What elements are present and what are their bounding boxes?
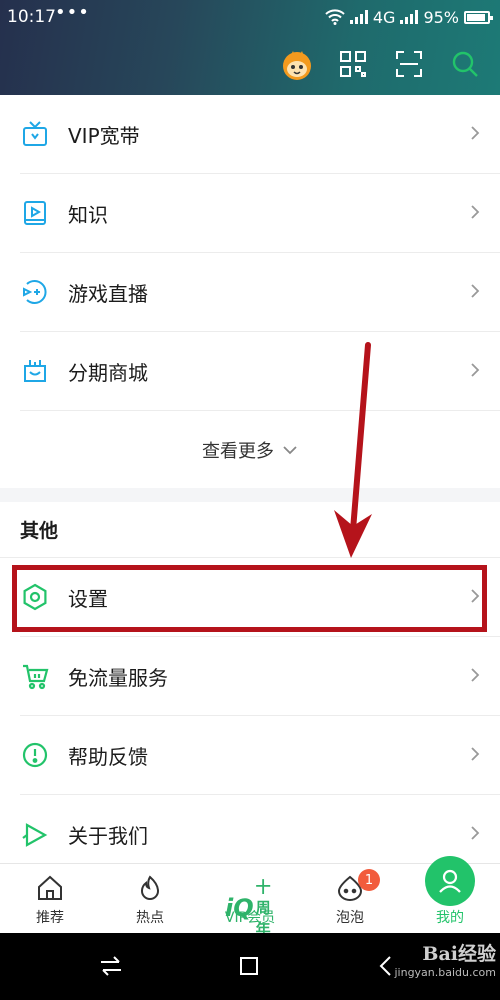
status-time: 10:17 xyxy=(7,7,56,27)
app-header: 10:17 ••• 4G 95% xyxy=(0,0,500,95)
menu-item-knowledge[interactable]: 知识 xyxy=(20,174,500,253)
menu-item-free-data[interactable]: 免流量服务 xyxy=(20,637,500,716)
menu-item-label: VIP宽带 xyxy=(68,123,140,148)
highlight-box xyxy=(12,565,487,632)
nav-label: 泡泡 xyxy=(336,910,364,926)
status-bar: 10:17 ••• 4G 95% xyxy=(0,0,500,36)
chevron-right-icon xyxy=(471,363,480,377)
flame-icon xyxy=(140,875,160,900)
header-actions xyxy=(280,46,482,82)
signal-icon-2 xyxy=(400,10,419,24)
menu-item-label: 帮助反馈 xyxy=(68,744,148,769)
see-more-label: 查看更多 xyxy=(202,441,274,462)
chevron-right-icon xyxy=(471,126,480,140)
menu-item-installment-mall[interactable]: 分期商城 xyxy=(20,332,500,411)
nav-mine[interactable]: 我的 xyxy=(400,856,500,933)
menu-item-help-feedback[interactable]: 帮助反馈 xyxy=(20,716,500,795)
nav-hot[interactable]: 热点 xyxy=(100,864,200,933)
battery-percent: 95% xyxy=(423,7,459,27)
menu-list: VIP宽带 知识 游戏直播 分期商城 xyxy=(0,95,500,411)
nav-label: 推荐 xyxy=(36,910,64,926)
chevron-right-icon xyxy=(471,205,480,219)
about-us-icon xyxy=(20,820,50,850)
qr-code-icon[interactable] xyxy=(336,47,370,81)
chevron-right-icon xyxy=(471,747,480,761)
section-title-other: 其他 xyxy=(20,520,59,542)
nav-label: 热点 xyxy=(136,910,164,926)
chevron-right-icon xyxy=(471,668,480,682)
broadband-icon xyxy=(20,119,50,149)
system-nav-bar: Bai经验 jingyan.baidu.com xyxy=(0,933,500,1000)
menu-item-label: 知识 xyxy=(68,202,108,227)
game-live-icon xyxy=(20,277,50,307)
vip-10th-anniversary-logo: iQ 十周年 xyxy=(225,878,271,938)
network-type: 4G xyxy=(372,7,396,27)
free-data-cart-icon xyxy=(20,661,50,691)
home-icon xyxy=(38,875,62,900)
chevron-right-icon xyxy=(471,826,480,840)
menu-item-vip-broadband[interactable]: VIP宽带 xyxy=(20,95,500,174)
menu-item-label: 免流量服务 xyxy=(68,665,168,690)
nav-bubble[interactable]: 1 泡泡 xyxy=(300,864,400,933)
menu-item-label: 分期商城 xyxy=(68,360,148,385)
section-divider xyxy=(0,488,500,502)
status-dots: ••• xyxy=(55,2,90,23)
chevron-down-icon xyxy=(283,446,297,455)
menu-item-game-live[interactable]: 游戏直播 xyxy=(20,253,500,332)
signal-icon xyxy=(349,10,368,24)
search-icon[interactable] xyxy=(448,47,482,81)
knowledge-icon xyxy=(20,198,50,228)
user-icon xyxy=(425,856,475,906)
menu-item-label: 游戏直播 xyxy=(68,281,148,306)
see-more-button[interactable]: 查看更多 xyxy=(0,410,500,490)
nav-recommend[interactable]: 推荐 xyxy=(0,864,100,933)
switch-apps-icon[interactable] xyxy=(98,955,124,977)
annotation-arrow-icon xyxy=(334,342,372,558)
nav-label: 我的 xyxy=(436,910,464,926)
battery-icon xyxy=(464,10,493,24)
menu-item-label: 关于我们 xyxy=(68,824,148,848)
home-square-icon[interactable] xyxy=(238,955,260,977)
status-right: 4G 95% xyxy=(325,6,493,28)
nav-vip[interactable]: iQ 十周年 VIP会员 xyxy=(200,864,300,938)
chevron-right-icon xyxy=(471,284,480,298)
help-feedback-icon xyxy=(20,740,50,770)
watermark: Bai经验 jingyan.baidu.com xyxy=(394,943,496,979)
bottom-nav: 推荐 热点 iQ 十周年 VIP会员 1 泡泡 我的 xyxy=(0,856,500,938)
back-icon[interactable] xyxy=(378,955,392,977)
installment-mall-icon xyxy=(20,356,50,386)
scan-icon[interactable] xyxy=(392,47,426,81)
wifi-icon xyxy=(325,9,345,25)
avatar-icon[interactable] xyxy=(280,47,314,81)
notification-badge: 1 xyxy=(358,869,380,891)
